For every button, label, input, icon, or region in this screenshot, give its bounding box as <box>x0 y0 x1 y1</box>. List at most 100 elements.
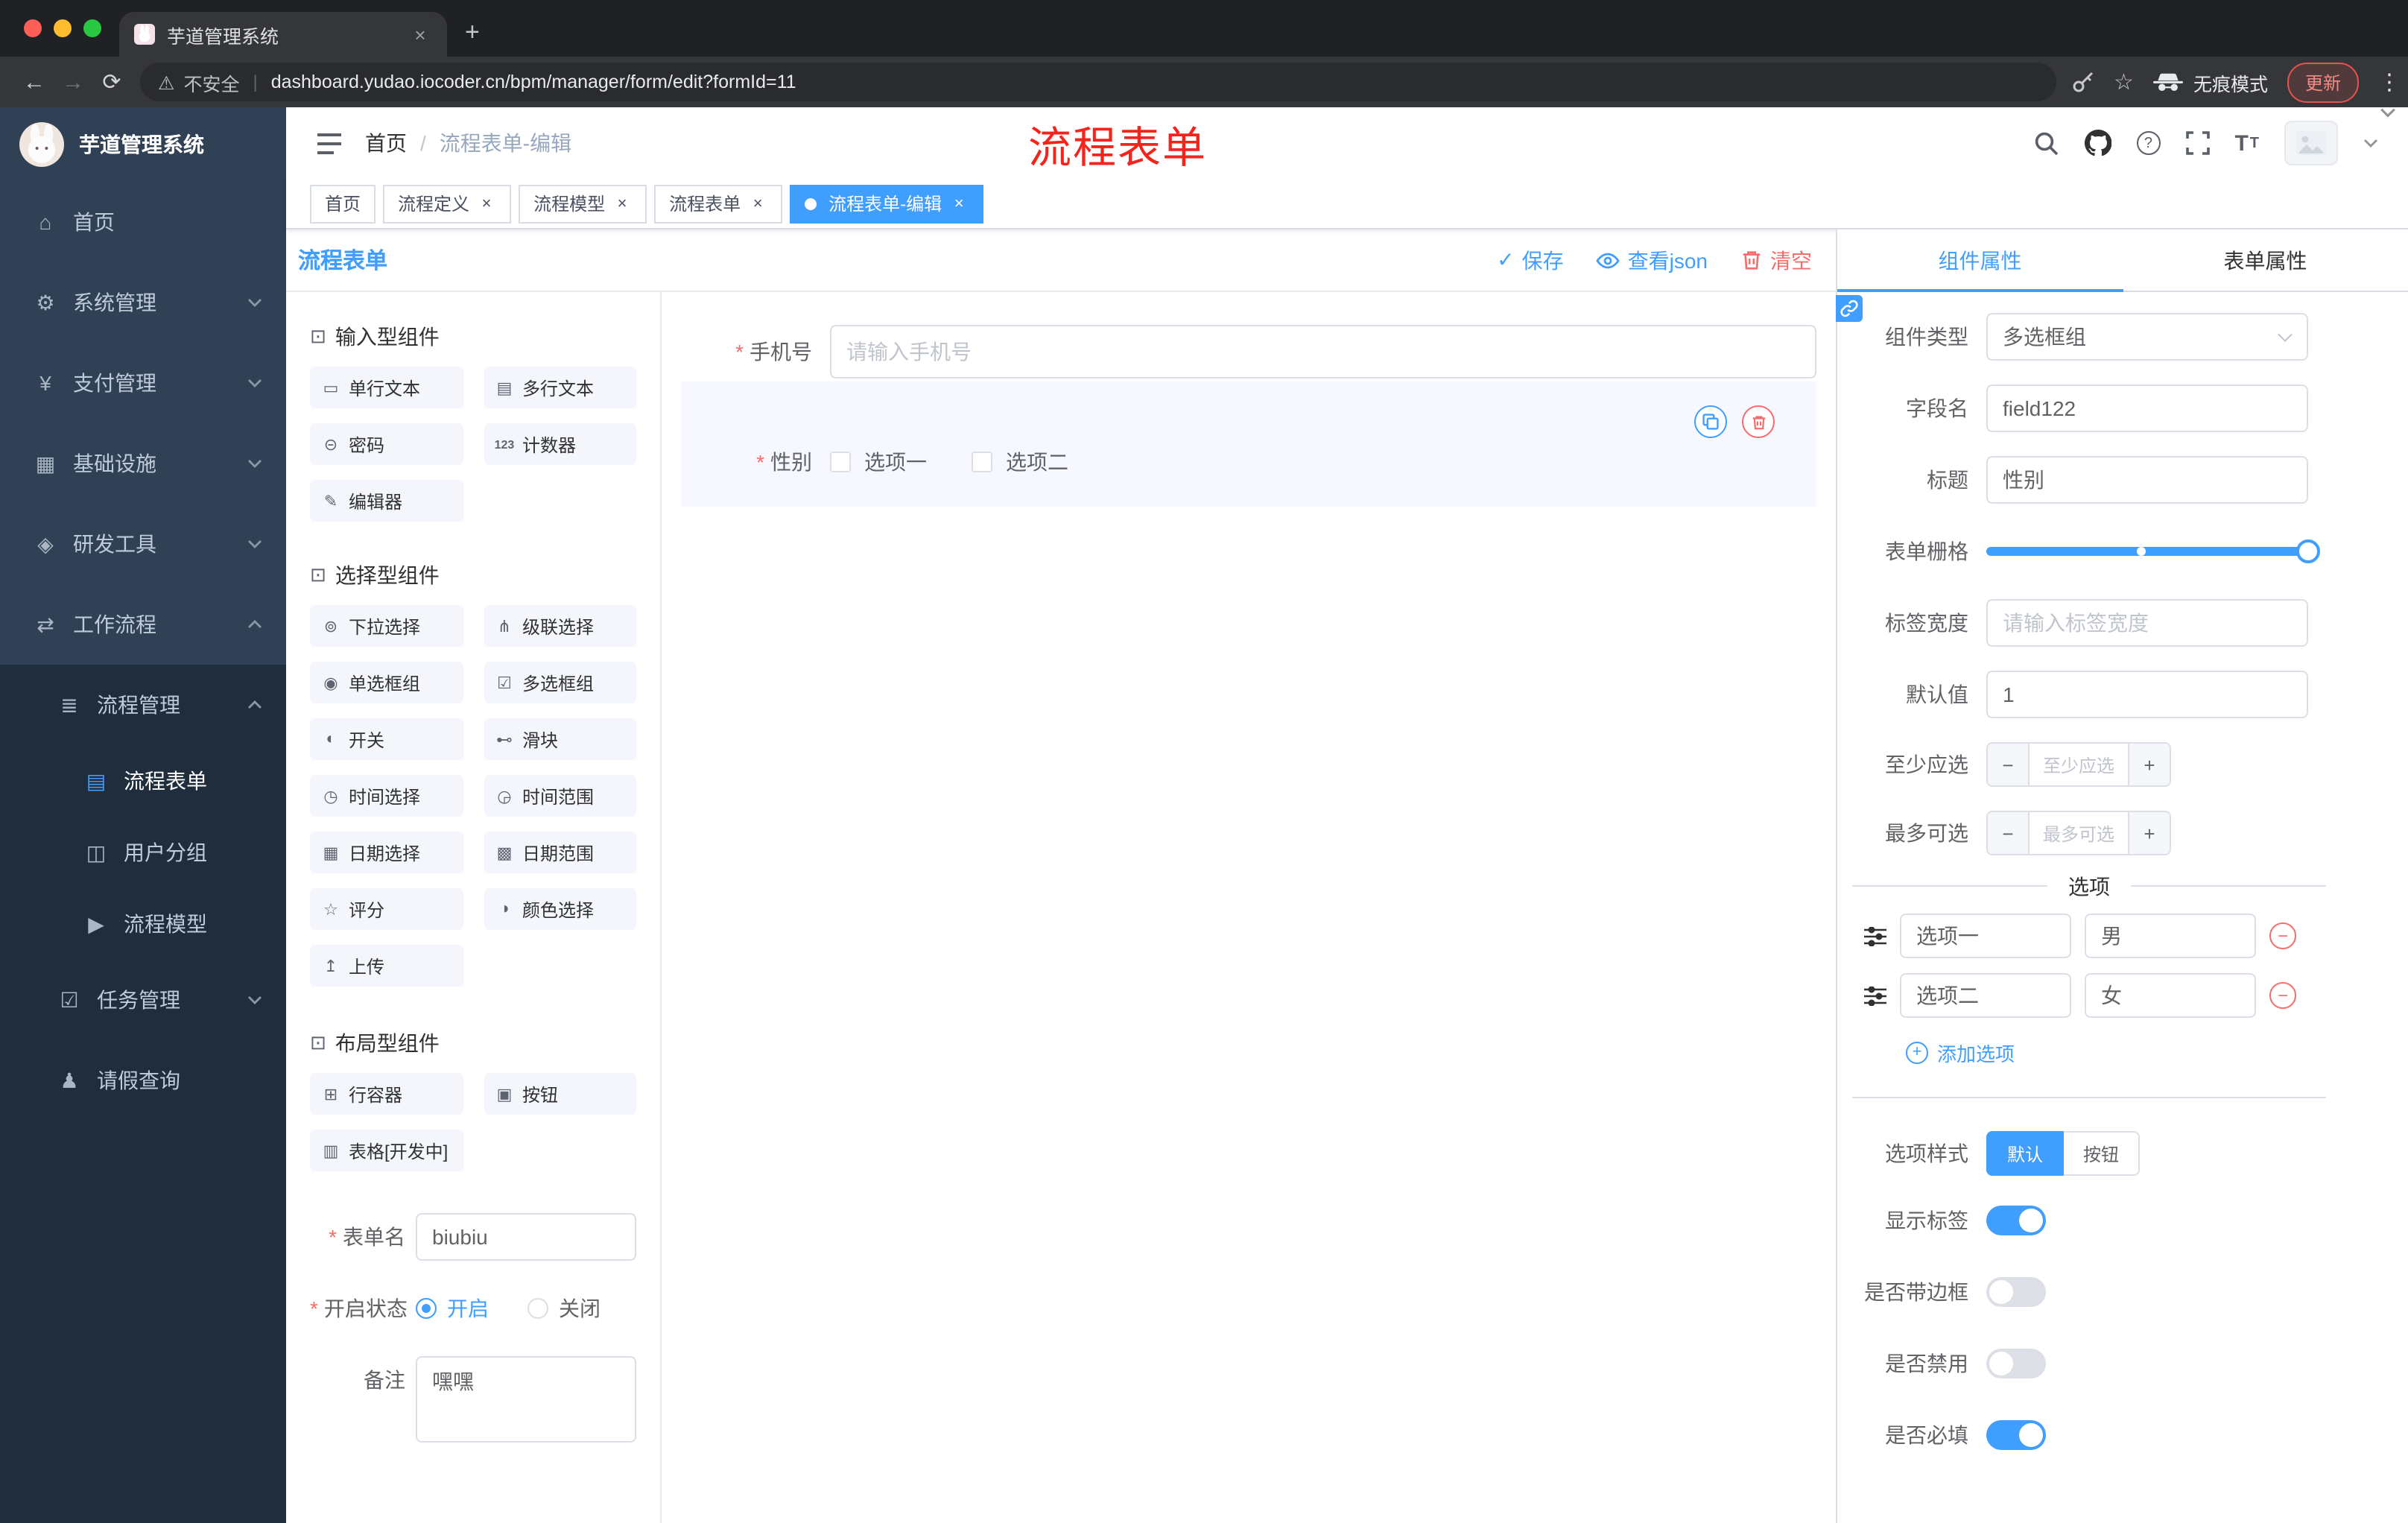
security-label[interactable]: 不安全 <box>183 68 239 96</box>
reload-icon[interactable]: ⟳ <box>92 69 131 95</box>
grid-slider[interactable] <box>1986 528 2320 575</box>
help-icon[interactable]: ? <box>2136 131 2161 155</box>
form-canvas[interactable]: 手机号 <box>662 292 1836 1523</box>
remove-option-button[interactable]: − <box>2269 922 2296 949</box>
chip-date-picker[interactable]: ▦ 日期选择 <box>310 832 463 873</box>
font-size-icon[interactable]: TT <box>2234 130 2259 156</box>
tag-close-icon[interactable]: × <box>949 194 969 212</box>
sidebar-item-home[interactable]: ⌂ 首页 <box>0 182 286 262</box>
chip-select[interactable]: ⊚ 下拉选择 <box>310 605 463 647</box>
sidebar-item-leave-query[interactable]: ♟ 请假查询 <box>0 1040 286 1121</box>
sidebar-item-task-mgmt[interactable]: ☑ 任务管理 <box>0 960 286 1040</box>
url-text[interactable]: dashboard.yudao.iocoder.cn/bpm/manager/f… <box>271 72 796 92</box>
chip-row-container[interactable]: ⊞ 行容器 <box>310 1073 463 1115</box>
back-icon[interactable]: ← <box>15 69 54 95</box>
style-default-button[interactable]: 默认 <box>1986 1131 2065 1176</box>
window-minimize-button[interactable] <box>54 19 72 37</box>
save-button[interactable]: ✓ 保存 <box>1497 245 1563 275</box>
chip-color-picker[interactable]: ◑ 颜色选择 <box>484 888 636 930</box>
drag-handle-icon[interactable] <box>1864 986 1886 1005</box>
tag-process-form-edit[interactable]: 流程表单-编辑 × <box>790 184 984 223</box>
add-option-button[interactable]: + 添加选项 <box>1906 1039 2408 1067</box>
slider-handle[interactable] <box>2296 539 2320 563</box>
title-input[interactable] <box>1986 456 2308 504</box>
style-button-button[interactable]: 按钮 <box>2064 1131 2141 1176</box>
chip-time-range[interactable]: ◶ 时间范围 <box>484 775 636 817</box>
drag-handle-icon[interactable] <box>1864 926 1886 946</box>
browser-tab[interactable]: 芋道管理系统 × <box>119 12 447 57</box>
tag-process-form[interactable]: 流程表单 × <box>654 184 783 223</box>
tab-close-icon[interactable]: × <box>408 23 432 45</box>
phone-input[interactable] <box>830 325 1816 379</box>
tag-process-model[interactable]: 流程模型 × <box>519 184 647 223</box>
gender-field-selected[interactable]: 性别 选项一 选项二 <box>681 381 1816 507</box>
chip-rate[interactable]: ☆ 评分 <box>310 888 463 930</box>
default-value-input[interactable] <box>1986 671 2308 718</box>
delete-widget-button[interactable] <box>1742 405 1775 438</box>
option-2-value-input[interactable] <box>2085 973 2256 1018</box>
disabled-toggle[interactable] <box>1986 1349 2046 1378</box>
option-1-name-input[interactable] <box>1900 914 2071 958</box>
chip-editor[interactable]: ✎ 编辑器 <box>310 480 463 522</box>
required-toggle[interactable] <box>1986 1420 2046 1450</box>
chip-upload[interactable]: ↥ 上传 <box>310 945 463 987</box>
sidebar-item-process-model[interactable]: ▶ 流程模型 <box>0 888 286 960</box>
chip-slider[interactable]: ⊷ 滑块 <box>484 718 636 760</box>
chip-cascader[interactable]: ⋔ 级联选择 <box>484 605 636 647</box>
checkbox-option-2[interactable]: 选项二 <box>972 447 1068 477</box>
sidebar-item-system[interactable]: ⚙ 系统管理 <box>0 262 286 343</box>
sidebar-item-workflow[interactable]: ⇄ 工作流程 <box>0 584 286 665</box>
tag-close-icon[interactable]: × <box>477 194 496 212</box>
sidebar-item-process-form[interactable]: ▤ 流程表单 <box>0 745 286 817</box>
clear-button[interactable]: 清空 <box>1740 245 1812 275</box>
tag-close-icon[interactable]: × <box>748 194 767 212</box>
copy-widget-button[interactable] <box>1694 405 1727 438</box>
chip-table-wip[interactable]: ▥ 表格[开发中] <box>310 1130 463 1171</box>
sidebar-item-user-group[interactable]: ◫ 用户分组 <box>0 817 286 888</box>
address-bar[interactable]: ⚠ 不安全 | dashboard.yudao.iocoder.cn/bpm/m… <box>140 63 2056 101</box>
form-name-input[interactable] <box>416 1213 636 1261</box>
search-icon[interactable] <box>2033 130 2059 156</box>
chip-radio-group[interactable]: ◉ 单选框组 <box>310 662 463 703</box>
checkbox-option-1[interactable]: 选项一 <box>830 447 927 477</box>
radio-closed[interactable]: 关闭 <box>527 1285 601 1332</box>
browser-menu-icon[interactable]: ⋮ <box>2378 69 2401 95</box>
password-key-icon[interactable] <box>2070 70 2094 94</box>
decrement-button[interactable]: − <box>1988 812 2030 854</box>
breadcrumb-home[interactable]: 首页 <box>365 128 407 158</box>
tag-home[interactable]: 首页 <box>310 184 376 223</box>
border-toggle[interactable] <box>1986 1277 2046 1307</box>
document-link-button[interactable] <box>1836 295 1863 322</box>
avatar[interactable] <box>2284 121 2338 165</box>
chip-switch[interactable]: ◐ 开关 <box>310 718 463 760</box>
field-name-input[interactable] <box>1986 384 2308 432</box>
slider-track[interactable] <box>1986 539 2320 563</box>
chip-single-line-text[interactable]: ▭ 单行文本 <box>310 367 463 408</box>
decrement-button[interactable]: − <box>1988 744 2030 785</box>
sidebar-item-payment[interactable]: ¥ 支付管理 <box>0 343 286 423</box>
avatar-caret-icon[interactable] <box>2363 139 2378 148</box>
chip-date-range[interactable]: ▩ 日期范围 <box>484 832 636 873</box>
chip-password[interactable]: ⊝ 密码 <box>310 423 463 465</box>
min-select-value[interactable]: 至少应选 <box>2030 744 2128 785</box>
radio-open[interactable]: 开启 <box>416 1285 489 1332</box>
chip-counter[interactable]: 123 计数器 <box>484 423 636 465</box>
tab-form-props[interactable]: 表单属性 <box>2123 229 2408 291</box>
tag-close-icon[interactable]: × <box>612 194 632 212</box>
chip-checkbox-group[interactable]: ☑ 多选框组 <box>484 662 636 703</box>
browser-update-button[interactable]: 更新 <box>2287 62 2359 102</box>
label-width-input[interactable] <box>1986 599 2308 647</box>
show-label-toggle[interactable] <box>1986 1206 2046 1235</box>
chip-multi-line-text[interactable]: ▤ 多行文本 <box>484 367 636 408</box>
view-json-button[interactable]: 查看json <box>1596 245 1708 275</box>
component-type-value[interactable] <box>1986 313 2308 361</box>
form-remark-textarea[interactable]: 嘿嘿 <box>416 1356 636 1443</box>
remove-option-button[interactable]: − <box>2269 982 2296 1009</box>
phone-field-row[interactable]: 手机号 <box>681 325 1816 379</box>
option-2-name-input[interactable] <box>1900 973 2071 1018</box>
window-zoom-button[interactable] <box>83 19 101 37</box>
option-1-value-input[interactable] <box>2085 914 2256 958</box>
increment-button[interactable]: + <box>2128 812 2170 854</box>
github-icon[interactable] <box>2084 130 2111 156</box>
window-close-button[interactable] <box>24 19 42 37</box>
